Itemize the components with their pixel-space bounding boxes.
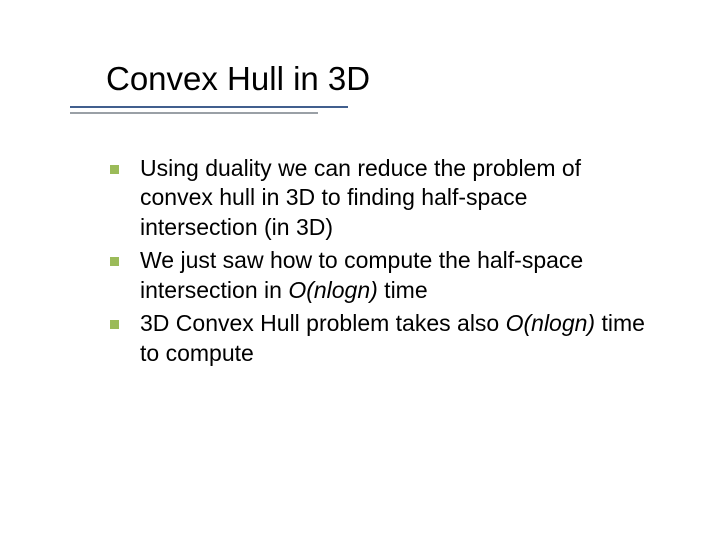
underline-secondary bbox=[70, 112, 318, 114]
slide-title: Convex Hull in 3D bbox=[70, 60, 660, 98]
bullet-list: Using duality we can reduce the problem … bbox=[108, 154, 650, 368]
slide: Convex Hull in 3D Using duality we can r… bbox=[0, 0, 720, 540]
bullet-text: 3D Convex Hull problem takes also bbox=[140, 310, 506, 336]
underline-primary bbox=[70, 106, 348, 108]
bullet-italic: O(nlogn) bbox=[506, 310, 595, 336]
bullet-item: 3D Convex Hull problem takes also O(nlog… bbox=[108, 309, 650, 368]
bullet-item: We just saw how to compute the half-spac… bbox=[108, 246, 650, 305]
bullet-text: Using duality we can reduce the problem … bbox=[140, 155, 581, 240]
slide-body: Using duality we can reduce the problem … bbox=[70, 154, 660, 368]
bullet-text-post: time bbox=[378, 277, 428, 303]
bullet-item: Using duality we can reduce the problem … bbox=[108, 154, 650, 242]
title-underline bbox=[70, 104, 660, 118]
bullet-italic: O(nlogn) bbox=[288, 277, 377, 303]
title-block: Convex Hull in 3D bbox=[70, 60, 660, 118]
